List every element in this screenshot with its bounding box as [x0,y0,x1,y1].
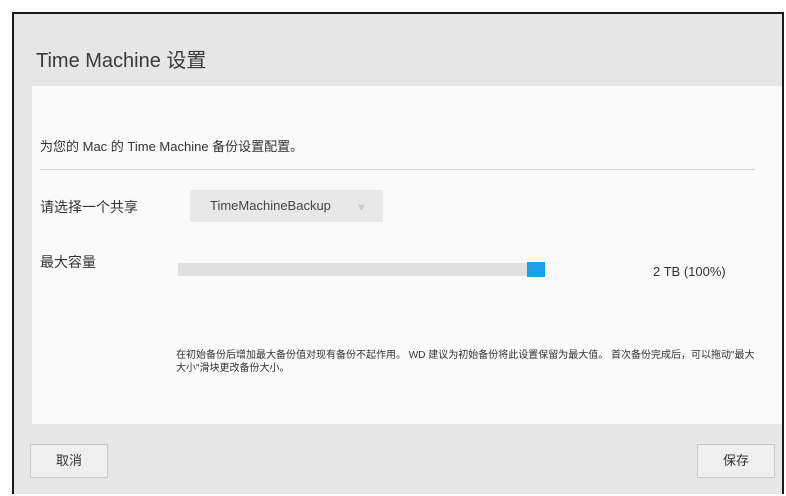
share-select[interactable]: TimeMachineBackup ▼ [190,190,383,222]
capacity-slider-handle[interactable] [527,262,545,277]
save-button[interactable]: 保存 [697,444,775,478]
capacity-label: 最大容量 [40,254,96,270]
dialog-title: Time Machine 设置 [36,50,207,72]
description-text: 为您的 Mac 的 Time Machine 备份设置配置。 [40,139,304,154]
capacity-slider-track[interactable] [178,263,527,276]
cancel-button[interactable]: 取消 [30,444,108,478]
chevron-down-icon: ▼ [356,202,367,214]
share-select-value: TimeMachineBackup [210,198,331,213]
share-label: 请选择一个共享 [40,199,138,215]
settings-panel: 为您的 Mac 的 Time Machine 备份设置配置。 请选择一个共享 T… [32,86,782,424]
divider [40,169,755,170]
capacity-value: 2 TB (100%) [653,264,726,279]
backup-note: 在初始备份后增加最大备份值对现有备份不起作用。 WD 建议为初始备份将此设置保留… [176,350,755,374]
time-machine-settings-dialog: Time Machine 设置 为您的 Mac 的 Time Machine 备… [12,12,784,494]
